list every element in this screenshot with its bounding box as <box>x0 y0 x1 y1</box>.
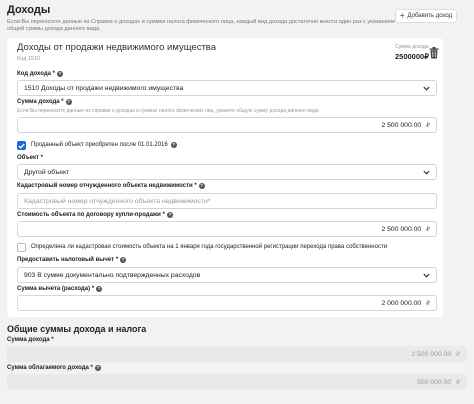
cadastral-value-check-label: Определена ли кадастровая стоимость объе… <box>31 244 388 250</box>
chevron-down-icon <box>423 170 430 175</box>
ruble-sign: ₽ <box>456 379 460 386</box>
total-income-input: 2 500 000.00 ₽ <box>7 346 467 362</box>
cadastral-value-checkbox[interactable] <box>17 243 26 252</box>
income-header: Доходы Если Вы переносите данные из Спра… <box>7 4 467 34</box>
plus-icon: + <box>399 11 405 20</box>
acquired-after-checkbox[interactable] <box>17 141 26 150</box>
deduction-select[interactable]: 903 В сумме документально подтвержденных… <box>17 267 437 283</box>
trash-icon[interactable] <box>429 47 439 59</box>
taxable-income-input: 500 000.00 ₽ <box>7 374 467 390</box>
header-note: Если Вы переносите данные из Справки о д… <box>7 19 395 33</box>
ruble-sign: ₽ <box>426 300 430 307</box>
ruble-sign: ₽ <box>456 351 460 358</box>
contract-value-label: Стоимость объекта по договору купли-прод… <box>17 212 173 218</box>
income-sum-hint: Если Вы переносите данные из справки о д… <box>17 108 320 114</box>
income-code-select[interactable]: 1510 Доходы от продажи недвижимого имуще… <box>17 80 437 96</box>
ruble-sign: ₽ <box>426 122 430 129</box>
object-label: Объект * <box>17 155 43 161</box>
info-icon[interactable]: ? <box>198 183 205 189</box>
income-card-title: Доходы от продажи недвижимого имущества <box>17 42 217 53</box>
income-card-code: Код 1510 <box>17 56 41 62</box>
chevron-down-icon <box>423 86 430 91</box>
cadastral-label: Кадастровый номер отчужденного объекта н… <box>17 183 205 189</box>
deduction-sum-label: Сумма вычета (расхода) * ? <box>17 286 103 292</box>
cadastral-input[interactable]: Кадастровый номер отчужденного объекта н… <box>17 193 437 209</box>
chevron-down-icon <box>423 273 430 278</box>
info-icon[interactable]: ? <box>120 257 127 263</box>
info-icon[interactable]: ? <box>94 365 101 371</box>
add-income-label: Добавить доход <box>407 13 453 19</box>
income-code-label: Код дохода * ? <box>17 71 63 77</box>
info-icon[interactable]: ? <box>56 71 63 77</box>
ruble-sign: ₽ <box>426 226 430 233</box>
taxable-income-label: Сумма облагаемого дохода * ? <box>7 365 101 371</box>
income-sum-value: 2500000₽ <box>395 52 429 61</box>
deduction-sum-input[interactable]: 2 000 000.00 ₽ <box>17 295 437 311</box>
income-sum-label: Сумма дохода * ? <box>17 99 72 105</box>
add-income-button[interactable]: + Добавить доход <box>395 9 457 23</box>
info-icon[interactable]: ? <box>65 99 72 105</box>
total-income-label: Сумма дохода * <box>7 337 54 343</box>
acquired-after-label: Проданный объект приобретен после 01.01.… <box>31 142 177 148</box>
info-icon[interactable]: ? <box>166 212 173 218</box>
object-select[interactable]: Другой объект <box>17 164 437 180</box>
income-sum-input[interactable]: 2 500 000.00 ₽ <box>17 117 437 133</box>
income-card: Доходы от продажи недвижимого имущества … <box>7 38 443 317</box>
contract-value-input[interactable]: 2 500 000.00 ₽ <box>17 221 437 237</box>
deduction-label: Предоставить налоговый вычет * ? <box>17 257 127 263</box>
info-icon[interactable]: ? <box>170 142 177 148</box>
check-icon <box>18 143 25 149</box>
info-icon[interactable]: ? <box>96 286 103 292</box>
income-sum-caption: Сумма дохода <box>395 44 429 50</box>
totals-title: Общие суммы дохода и налога <box>7 324 147 334</box>
